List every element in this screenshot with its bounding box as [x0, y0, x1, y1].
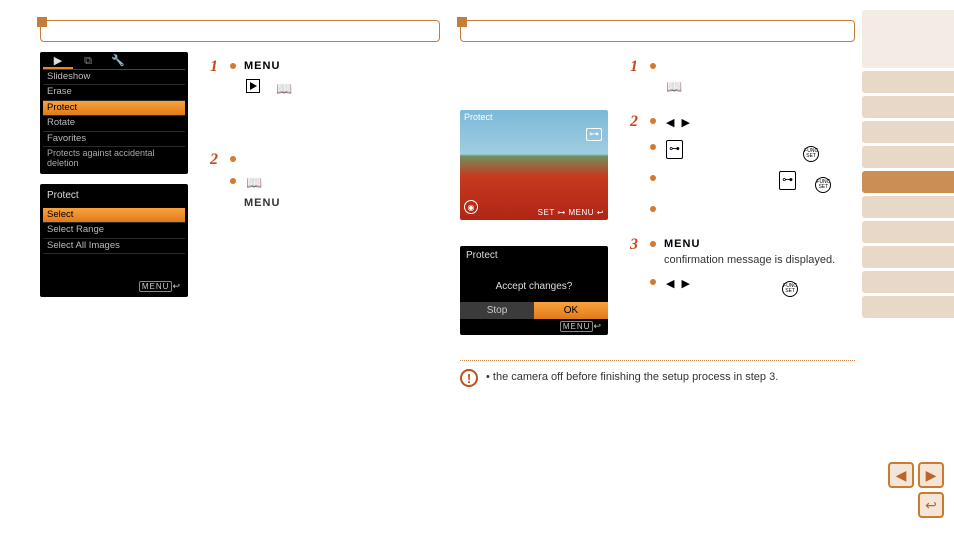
lcd-tabs: ▶ ⧉ 🔧 [43, 55, 185, 70]
caution-body: the camera off before finishing the setu… [493, 371, 778, 383]
sidenav-item[interactable] [862, 246, 954, 268]
step-icons: 📖 [230, 79, 440, 97]
step-description: confirmation message is displayed. [650, 254, 855, 266]
step-bullet: ⊶ FUNC SET [650, 139, 855, 162]
func-set-icon: FUNC SET [815, 177, 831, 193]
lcd-photo-protect: Protect ⊶ ◉ SET ⊶ MENU ↩ [460, 110, 608, 220]
step-bullet [650, 58, 855, 75]
lcd-item: Erase [43, 85, 185, 100]
step-bullet: FUNC SET [650, 274, 855, 297]
section-header-left [40, 20, 440, 42]
lock-icon: ⊶ [666, 140, 683, 159]
step-2: 2 ⊶ FUNC SET ⊶ FUNC SET [630, 113, 855, 218]
section-header-right [460, 20, 855, 42]
step-number: 1 [210, 58, 218, 76]
lcd-photo-footer: SET ⊶ MENU ↩ [538, 208, 604, 217]
step-bullet: MENU [650, 236, 855, 253]
lcd-tab-play: ▶ [43, 55, 73, 69]
next-page-button[interactable]: ▶ [918, 462, 944, 488]
step-number: 2 [630, 113, 638, 131]
lcd-footer: MENU↩ [460, 319, 608, 335]
step-2: 2 📖 MENU [210, 151, 440, 209]
func-set-icon: FUNC SET [782, 281, 798, 297]
playback-icon [246, 79, 260, 93]
step-bullet: MENU [230, 58, 440, 75]
step-bullet [650, 113, 855, 132]
pager: ◀ ▶ ↩ [888, 462, 944, 518]
caution-icon: ! [460, 369, 478, 387]
lock-icon: ⊶ [779, 171, 796, 190]
book-icon: 📖 [276, 81, 292, 97]
sidenav-item[interactable] [862, 10, 954, 68]
step-bullet: ⊶ FUNC SET [650, 170, 855, 193]
sidenav-item[interactable] [862, 121, 954, 143]
menu-label-icon: MENU [560, 321, 594, 332]
lcd-item: Favorites [43, 132, 185, 147]
prev-page-button[interactable]: ◀ [888, 462, 914, 488]
step-number: 2 [210, 151, 218, 169]
lcd-item-selected: Select [43, 208, 185, 223]
step-icons: MENU [230, 197, 440, 209]
left-column: ▶ ⧉ 🔧 Slideshow Erase Protect Rotate Fav… [40, 20, 440, 307]
ok-button: OK [534, 302, 608, 319]
book-icon: 📖 [666, 79, 682, 95]
confirm-msg: Accept changes? [460, 269, 608, 302]
func-set-icon: FUNC SET [803, 146, 819, 162]
book-icon: 📖 [246, 173, 262, 193]
sidenav-item[interactable] [862, 271, 954, 293]
lcd-tab-tools: 🔧 [103, 55, 133, 69]
left-right-icon [666, 276, 692, 293]
lcd-item: Rotate [43, 116, 185, 131]
back-icon: ↩ [593, 321, 602, 331]
sidenav-item[interactable] [862, 96, 954, 118]
lcd-footer: MENU↩ [43, 280, 185, 294]
sidenav-item[interactable] [862, 296, 954, 318]
right-column: Protect ⊶ ◉ SET ⊶ MENU ↩ Protect Accept … [460, 20, 855, 345]
stop-button: Stop [460, 302, 534, 319]
lcd-hint: Protects against accidental deletion [43, 147, 185, 171]
step-number: 3 [630, 236, 638, 254]
section-title-right [461, 21, 854, 25]
sidenav-item[interactable] [862, 221, 954, 243]
lcd-item: Select Range [43, 223, 185, 238]
step-bullet [650, 201, 855, 218]
menu-text: MENU [244, 197, 280, 209]
step-3: 3 MENU confirmation message is displayed… [630, 236, 855, 298]
lcd-title: Protect [460, 246, 608, 265]
section-title-left [41, 21, 439, 25]
lcd-item: Slideshow [43, 70, 185, 85]
lcd-tab-2: ⧉ [73, 55, 103, 69]
caution-text: • the camera off before finishing the se… [486, 369, 778, 387]
lcd-confirm: Protect Accept changes? Stop OK MENU↩ [460, 246, 608, 335]
sidenav-item[interactable] [862, 196, 954, 218]
sidenav-item[interactable] [862, 146, 954, 168]
lcd-protect-submenu: Protect Select Select Range Select All I… [40, 184, 188, 297]
caution-note: ! • the camera off before finishing the … [460, 360, 855, 387]
menu-text: MENU [244, 60, 280, 72]
lcd-title: Protect [43, 187, 185, 204]
rec-icon: ◉ [464, 200, 478, 214]
lcd-playback-menu: ▶ ⧉ 🔧 Slideshow Erase Protect Rotate Fav… [40, 52, 188, 174]
left-right-icon [666, 115, 692, 132]
lcd-item-selected: Protect [43, 101, 185, 116]
side-nav [862, 10, 954, 318]
step-number: 1 [630, 58, 638, 76]
step-bullet [230, 151, 440, 168]
confirm-buttons: Stop OK [460, 302, 608, 319]
step-1: 1 📖 [630, 58, 855, 95]
lock-icon: ⊶ [586, 128, 602, 141]
back-icon: ↩ [172, 281, 181, 291]
menu-text: MENU [664, 238, 700, 250]
right-steps: 1 📖 2 ⊶ FUNC SET ⊶ FUNC SET [630, 58, 855, 315]
sidenav-item[interactable] [862, 71, 954, 93]
lcd-item: Select All Images [43, 239, 185, 254]
return-button[interactable]: ↩ [918, 492, 944, 518]
step-bullet: 📖 [230, 173, 440, 193]
step-1: 1 MENU 📖 [210, 58, 440, 97]
sidenav-item-active[interactable] [862, 171, 954, 193]
left-steps: 1 MENU 📖 2 📖 MENU [210, 58, 440, 227]
menu-label-icon: MENU [139, 281, 173, 292]
lcd-photo-title: Protect [464, 112, 493, 122]
step-icons: 📖 [650, 79, 855, 95]
